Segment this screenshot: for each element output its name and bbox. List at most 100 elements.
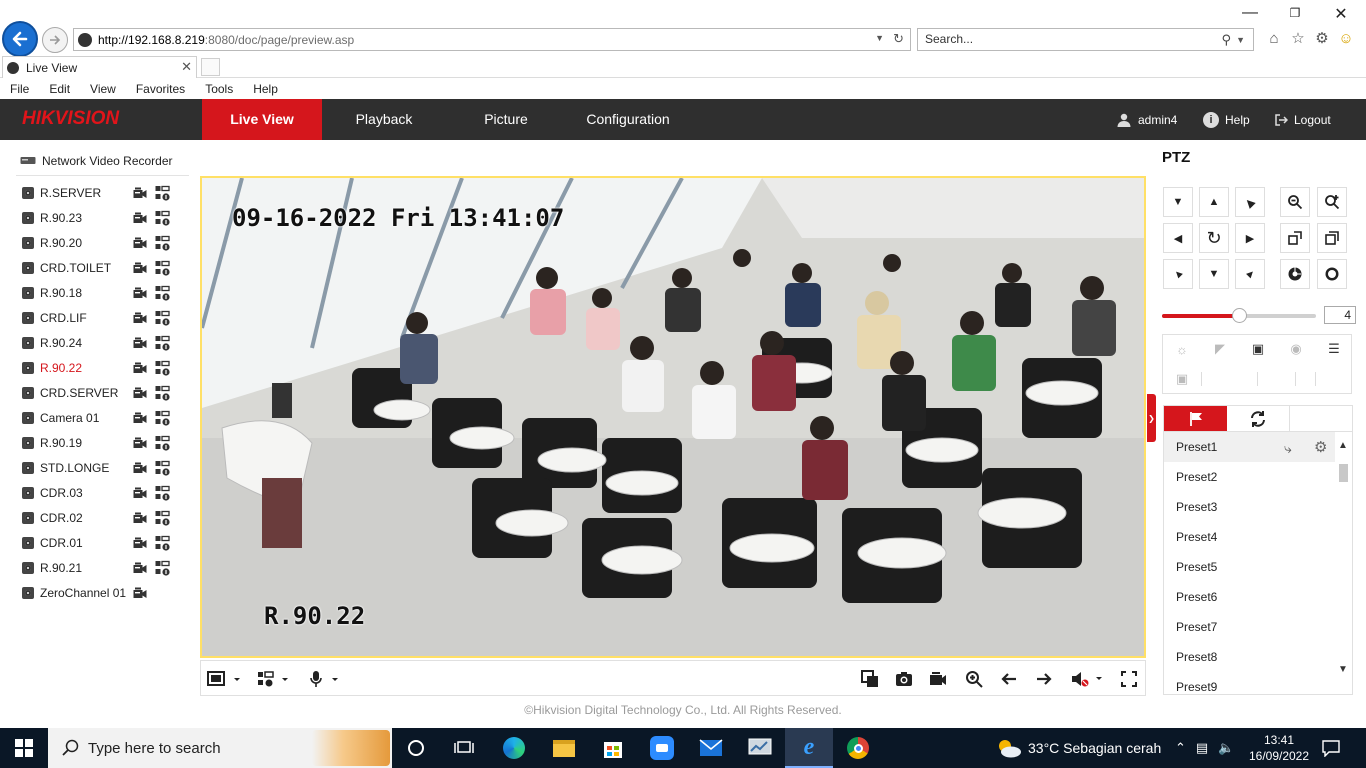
stream-select-icon[interactable] — [155, 185, 171, 201]
call-preset-icon[interactable]: ⤷ — [1284, 440, 1292, 457]
preset-item[interactable]: Preset6 — [1164, 582, 1336, 612]
ptz-down-left-button[interactable]: ▲ — [1163, 259, 1193, 289]
stream-select-icon[interactable] — [155, 260, 171, 276]
ptz-left-button[interactable]: ◀ — [1163, 223, 1193, 253]
refresh-icon[interactable]: ↻ — [893, 31, 904, 47]
stream-select-icon[interactable] — [155, 435, 171, 451]
tree-root-nvr[interactable]: Network Video Recorder — [20, 154, 173, 168]
cortana-button[interactable] — [392, 728, 440, 768]
camera-item[interactable]: R.90.22 — [22, 358, 82, 378]
ptz-down-button[interactable]: ▼ — [1199, 259, 1229, 289]
stream-select-icon[interactable] — [155, 360, 171, 376]
record-button[interactable] — [929, 669, 947, 689]
edge-app[interactable] — [490, 728, 538, 768]
light-icon[interactable]: ☼ — [1163, 335, 1201, 363]
stream-select-icon[interactable] — [155, 485, 171, 501]
new-tab-button[interactable] — [201, 58, 220, 76]
ptz-speed-value[interactable]: 4 — [1324, 306, 1356, 324]
camera-item[interactable]: CRD.TOILET — [22, 258, 111, 278]
preset-item[interactable]: Preset3 — [1164, 492, 1336, 522]
auxiliary-focus-icon[interactable]: ▣ — [1239, 335, 1277, 363]
menu-view[interactable]: View — [80, 82, 126, 96]
stream-select-icon[interactable] — [155, 535, 171, 551]
camera-item[interactable]: R.90.19 — [22, 433, 82, 453]
camera-item[interactable]: R.90.23 — [22, 208, 82, 228]
tab-patrol[interactable] — [1227, 406, 1290, 432]
internet-explorer-app[interactable]: e — [785, 728, 833, 768]
notifications-button[interactable] — [1322, 728, 1340, 768]
window-layout-button[interactable] — [207, 669, 243, 689]
preset-item[interactable]: Preset7 — [1164, 612, 1336, 642]
tab-close-icon[interactable]: ✕ — [181, 59, 192, 75]
system-tray[interactable]: ⌃ ▤ 🔈 — [1175, 728, 1234, 768]
camera-item[interactable]: Camera 01 — [22, 408, 99, 428]
ptz-right-button[interactable]: ▶ — [1235, 223, 1265, 253]
preset-item[interactable]: Preset9 — [1164, 672, 1336, 694]
menu-favorites[interactable]: Favorites — [126, 82, 195, 96]
start-recording-icon[interactable] — [133, 212, 147, 224]
tray-chevron-up-icon[interactable]: ⌃ — [1175, 740, 1186, 756]
preset-settings-gear-icon[interactable]: ⚙ — [1314, 438, 1327, 456]
capture-button[interactable] — [895, 669, 913, 689]
stream-select-icon[interactable] — [155, 285, 171, 301]
taskbar-clock[interactable]: 13:41 16/09/2022 — [1247, 732, 1311, 764]
remote-desktop-app[interactable] — [736, 728, 784, 768]
nav-configuration[interactable]: Configuration — [568, 99, 688, 140]
start-recording-icon[interactable] — [133, 312, 147, 324]
address-bar[interactable]: http://192.168.8.219:8080/doc/page/previ… — [73, 28, 911, 51]
camera-item[interactable]: R.90.18 — [22, 283, 82, 303]
restore-icon[interactable]: ❐ — [1285, 6, 1305, 20]
live-video-view[interactable]: 09-16-2022 Fri 13:41:07 R.90.22 — [200, 176, 1146, 658]
scroll-up-icon[interactable]: ▲ — [1338, 440, 1348, 451]
menu-tools[interactable]: Tools — [195, 82, 243, 96]
zoom-in-button[interactable] — [1317, 187, 1347, 217]
previous-page-button[interactable] — [1000, 669, 1018, 689]
ptz-auto-button[interactable]: ↻ — [1199, 223, 1229, 253]
start-recording-icon[interactable] — [133, 187, 147, 199]
nav-picture[interactable]: Picture — [447, 99, 565, 140]
camera-item[interactable]: STD.LONGE — [22, 458, 109, 478]
start-recording-icon[interactable] — [133, 362, 147, 374]
zoom-app[interactable] — [638, 728, 686, 768]
camera-item[interactable]: R.SERVER — [22, 183, 101, 203]
network-icon[interactable]: ▤ — [1196, 740, 1208, 756]
search-icon[interactable]: ⚲ — [1221, 29, 1231, 50]
preset-item[interactable]: Preset1 — [1164, 432, 1336, 462]
menu-edit[interactable]: Edit — [39, 82, 80, 96]
menu-lines-icon[interactable]: ☰ — [1315, 335, 1353, 363]
start-recording-icon[interactable] — [133, 462, 147, 474]
browser-search-input[interactable]: Search... ⚲ ▼ — [917, 28, 1254, 51]
stream-select-icon[interactable] — [155, 560, 171, 576]
stream-select-icon[interactable] — [155, 385, 171, 401]
user-menu[interactable]: admin4 — [1116, 99, 1177, 140]
zoom-out-button[interactable] — [1280, 187, 1310, 217]
focus-far-button[interactable] — [1317, 223, 1347, 253]
camera-item[interactable]: R.90.21 — [22, 558, 82, 578]
tab-pattern[interactable] — [1290, 406, 1353, 432]
camera-item[interactable]: CRD.LIF — [22, 308, 87, 328]
ptz-up-button[interactable]: ▲ — [1199, 187, 1229, 217]
next-page-button[interactable] — [1035, 669, 1053, 689]
camera-item[interactable]: CDR.02 — [22, 508, 83, 528]
task-view-button[interactable] — [440, 728, 488, 768]
start-recording-icon[interactable] — [133, 412, 147, 424]
nav-live-view[interactable]: Live View — [202, 99, 322, 140]
start-recording-icon[interactable] — [133, 437, 147, 449]
start-recording-icon[interactable] — [133, 287, 147, 299]
browser-tab[interactable]: Live View ✕ — [2, 56, 197, 78]
start-recording-icon[interactable] — [133, 237, 147, 249]
speaker-icon[interactable]: 🔈 — [1218, 740, 1234, 756]
preset-item[interactable]: Preset2 — [1164, 462, 1336, 492]
ptz-speed-knob[interactable] — [1232, 308, 1247, 323]
digital-zoom-button[interactable] — [965, 669, 983, 689]
start-recording-icon[interactable] — [133, 562, 147, 574]
camera-item[interactable]: CRD.SERVER — [22, 383, 118, 403]
chrome-app[interactable] — [834, 728, 882, 768]
taskbar-search-input[interactable]: Type here to search — [48, 728, 392, 768]
stream-select-icon[interactable] — [155, 510, 171, 526]
ptz-down-right-button[interactable]: ▲ — [1235, 259, 1265, 289]
iris-open-button[interactable] — [1280, 259, 1310, 289]
start-recording-icon[interactable] — [133, 262, 147, 274]
menu-file[interactable]: File — [0, 82, 39, 96]
mail-app[interactable] — [687, 728, 735, 768]
